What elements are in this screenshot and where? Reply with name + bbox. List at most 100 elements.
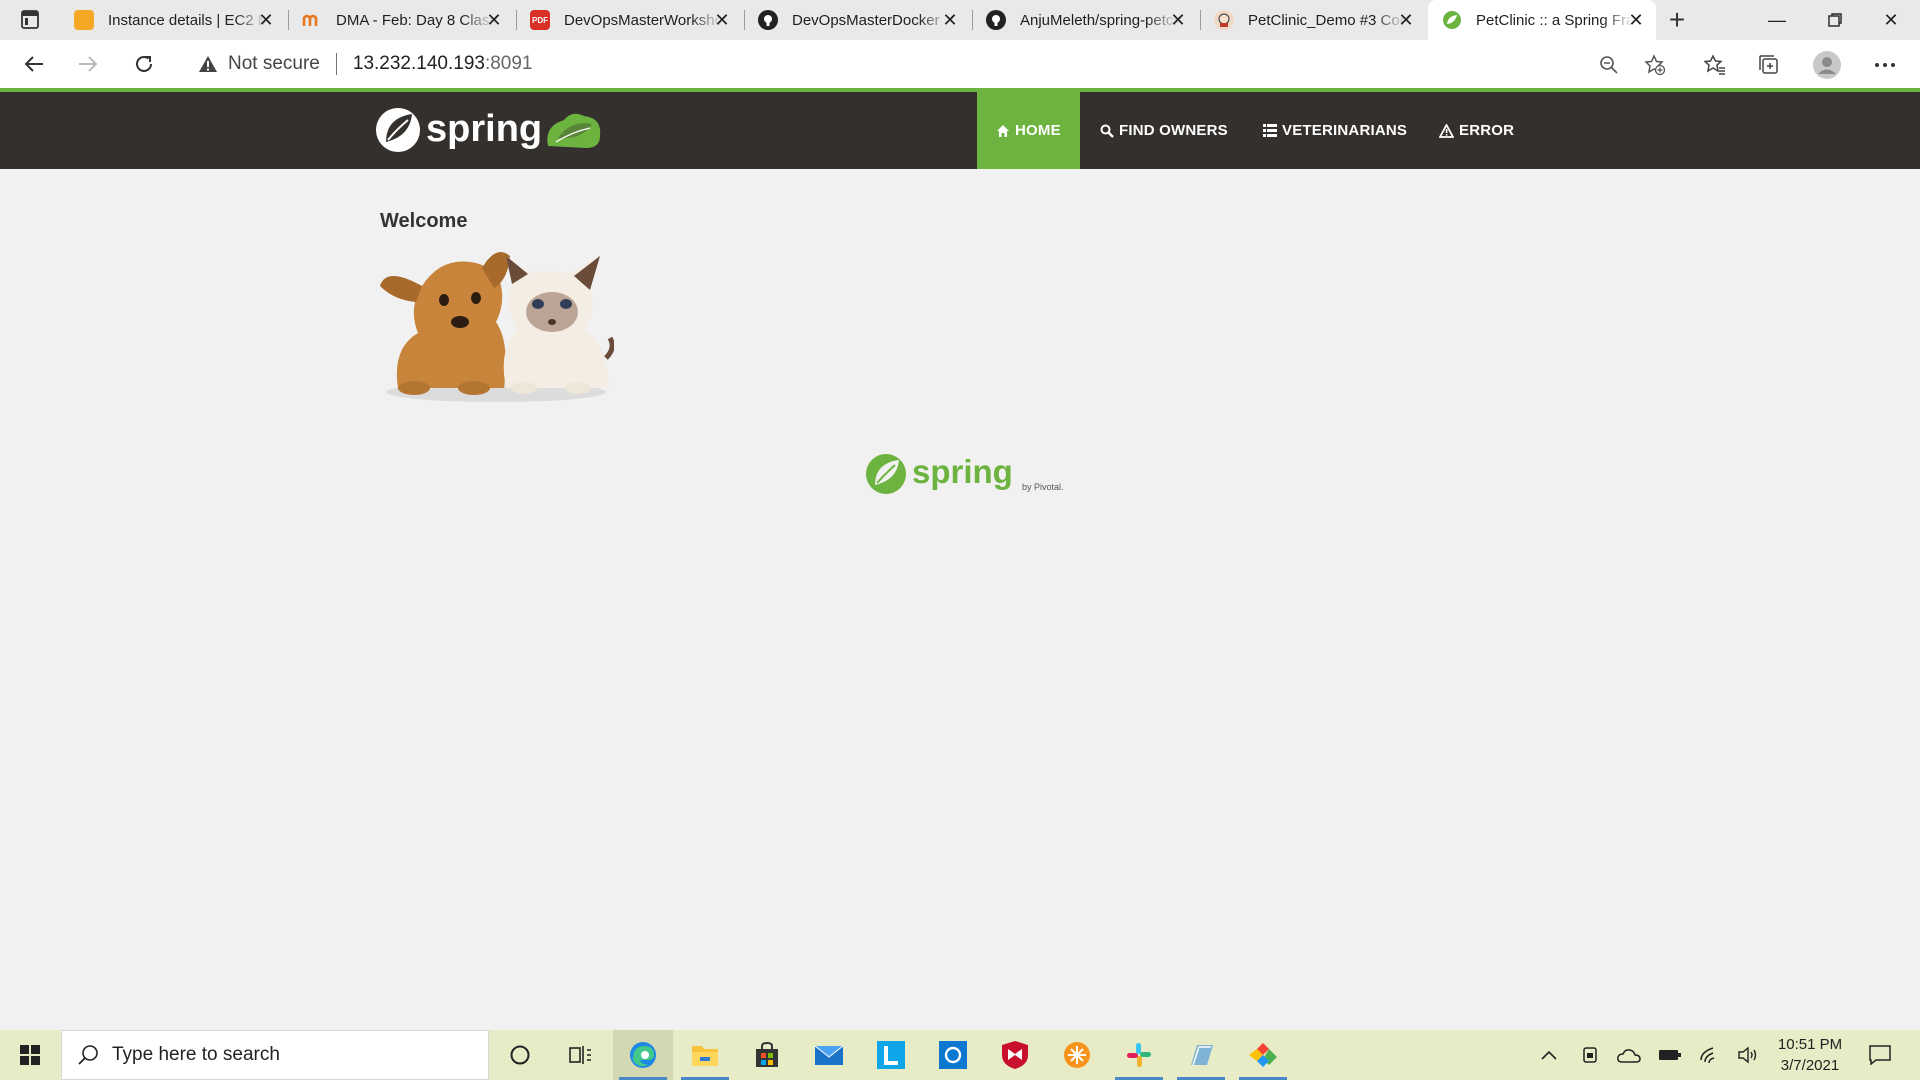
orange-app-icon[interactable] [1047,1030,1107,1080]
home-icon [996,124,1010,138]
svg-text:spring: spring [426,108,542,150]
svg-text:spring: spring [912,453,1013,490]
browser-toolbar: Not secure 13.232.140.193:8091 [0,40,1920,88]
task-view-icon[interactable] [550,1030,610,1080]
tab-jenkins[interactable]: PetClinic_Demo #3 Console ✕ [1200,0,1426,40]
battery-icon[interactable] [1656,1042,1684,1068]
wifi-icon[interactable] [1696,1042,1724,1068]
back-button[interactable] [16,46,52,82]
footer-spring-logo[interactable]: spring by Pivotal. [864,450,1074,498]
pdf-icon: PDF [530,10,550,30]
file-explorer-icon[interactable] [675,1030,735,1080]
spring-logo[interactable]: spring [374,102,604,158]
close-icon[interactable]: ✕ [1168,10,1188,30]
nav-error-label: ERROR [1459,122,1515,139]
close-icon[interactable]: ✕ [1626,10,1646,30]
search-placeholder: Type here to search [112,1044,280,1065]
more-menu-icon[interactable] [1870,50,1900,80]
petclinic-navbar: spring HOME FIND OWNERS VETERINARIANS ER… [0,92,1920,169]
spring-leaf-icon [1442,10,1462,30]
url-host: 13.232.140.193 [352,53,485,74]
list-icon [1263,124,1277,137]
slack-icon[interactable] [1109,1030,1169,1080]
browser-window: Instance details | EC2 Management Consol… [0,0,1920,1080]
close-icon[interactable]: ✕ [1396,10,1416,30]
onedrive-icon[interactable] [1615,1042,1643,1068]
zoom-icon[interactable] [1594,50,1624,80]
tab-github-petclinic[interactable]: AnjuMeleth/spring-petclinic ✕ [972,0,1198,40]
svg-text:by Pivotal.: by Pivotal. [1022,482,1064,492]
new-tab-button[interactable]: + [1660,4,1694,36]
clock-time: 10:51 PM [1777,1036,1843,1053]
jenkins-icon [1214,10,1234,30]
tab-title: DevOpsMasterWorkshop [564,11,722,29]
url-text[interactable]: 13.232.140.193:8091 [353,53,533,75]
system-clock[interactable]: 10:51 PM 3/7/2021 [1766,1034,1854,1076]
clock-date: 3/7/2021 [1780,1057,1840,1074]
url-divider [335,53,337,75]
taskbar-search[interactable]: Type here to search [61,1030,489,1080]
profile-avatar[interactable] [1812,50,1842,80]
windows-taskbar: Type here to search 10:51 PM 3/7/2021 [0,1030,1920,1080]
close-icon[interactable]: ✕ [712,10,732,30]
tab-petclinic[interactable]: PetClinic :: a Spring Framework demonstr… [1428,0,1656,40]
nav-home[interactable]: HOME [977,92,1080,169]
github-icon [758,10,778,30]
tab-ec2[interactable]: Instance details | EC2 Management Consol… [60,0,286,40]
warning-icon [199,56,217,72]
pets-image [378,238,615,404]
close-icon[interactable]: ✕ [940,10,960,30]
tab-dma[interactable]: DMA - Feb: Day 8 Class ✕ [288,0,514,40]
aws-icon [74,10,94,30]
close-window-button[interactable]: ✕ [1862,0,1920,40]
page-title: Welcome [380,210,468,232]
chevron-up-icon[interactable] [1535,1042,1563,1068]
collections-icon[interactable] [1754,50,1784,80]
nav-veterinarians[interactable]: VETERINARIANS [1244,92,1426,169]
volume-icon[interactable] [1734,1042,1762,1068]
web-page: spring HOME FIND OWNERS VETERINARIANS ER… [0,92,1920,1030]
tab-title: AnjuMeleth/spring-petclinic [1020,11,1178,29]
close-icon[interactable]: ✕ [484,10,504,30]
git-app-icon[interactable] [1233,1030,1293,1080]
tab-title: PetClinic :: a Spring Framework demonstr… [1476,11,1634,29]
forward-button[interactable] [70,46,106,82]
nav-find-owners-label: FIND OWNERS [1119,122,1228,139]
meet-now-icon[interactable] [1576,1042,1604,1068]
notepad-icon[interactable] [1171,1030,1231,1080]
github-icon [986,10,1006,30]
tab-title: DevOpsMasterDocker [792,11,940,29]
cortana-icon[interactable] [490,1030,550,1080]
moodle-icon [302,10,322,30]
nav-error[interactable]: ERROR [1420,92,1533,169]
notification-center-icon[interactable] [1862,1040,1898,1070]
windows-icon [20,1045,40,1065]
tab-pdf[interactable]: PDF DevOpsMasterWorkshop ✕ [516,0,742,40]
warning-icon [1439,123,1454,138]
mail-icon[interactable] [799,1030,859,1080]
blue-app-icon[interactable] [923,1030,983,1080]
security-label: Not secure [228,53,320,74]
tab-github-docker[interactable]: DevOpsMasterDocker ✕ [744,0,970,40]
url-port: :8091 [484,53,533,74]
security-indicator[interactable]: Not secure [198,53,320,75]
tab-actions-icon[interactable] [12,8,46,32]
l-app-icon[interactable] [861,1030,921,1080]
minimize-button[interactable]: — [1748,0,1806,40]
favorites-icon[interactable] [1700,50,1730,80]
mcafee-icon[interactable] [985,1030,1045,1080]
start-button[interactable] [0,1030,60,1080]
address-bar[interactable]: Not secure 13.232.140.193:8091 [180,45,1670,83]
edge-taskbar-icon[interactable] [613,1030,673,1080]
tab-strip: Instance details | EC2 Management Consol… [0,0,1920,40]
search-icon [78,1045,98,1065]
close-icon[interactable]: ✕ [256,10,276,30]
store-icon[interactable] [737,1030,797,1080]
refresh-button[interactable] [126,46,162,82]
tab-title: Instance details | EC2 Management Consol… [108,11,266,29]
nav-find-owners[interactable]: FIND OWNERS [1081,92,1247,169]
tab-title: PetClinic_Demo #3 Console [1248,11,1406,29]
add-favorite-icon[interactable] [1640,50,1670,80]
nav-home-label: HOME [1015,122,1061,139]
restore-button[interactable] [1806,0,1864,40]
